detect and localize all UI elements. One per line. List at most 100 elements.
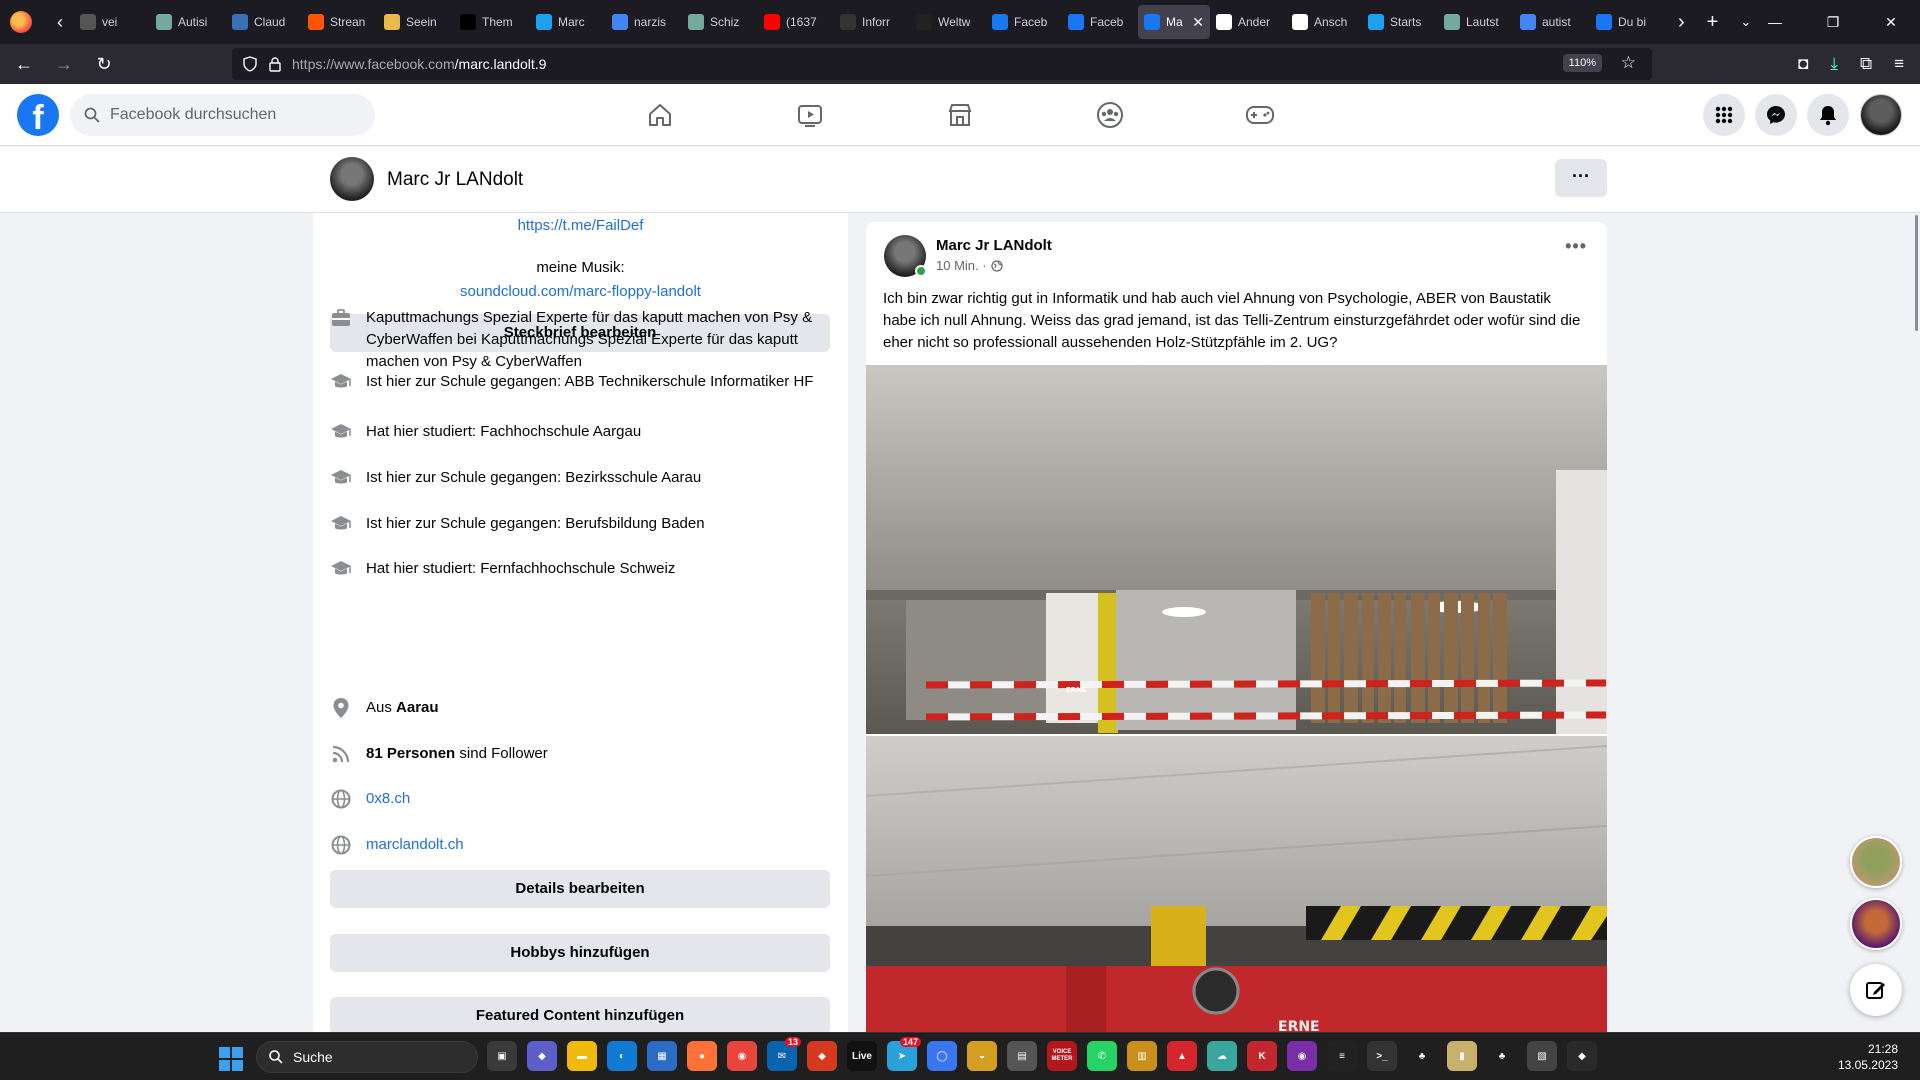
chrome-icon[interactable]: ◉ xyxy=(727,1041,757,1071)
app-diamond-icon[interactable]: ◆ xyxy=(1567,1041,1597,1071)
lock-icon[interactable] xyxy=(268,56,282,72)
app-lines-icon[interactable]: ≡ xyxy=(1327,1041,1357,1071)
edge-icon[interactable]: ◐ xyxy=(607,1041,637,1071)
file-explorer-icon[interactable]: ▬ xyxy=(567,1041,597,1071)
reload-icon[interactable]: ↻ xyxy=(84,54,124,75)
post-author-avatar[interactable] xyxy=(884,235,927,277)
back-icon[interactable]: ← xyxy=(4,54,44,75)
taskbar-clock[interactable]: 21:28 13.05.2023 xyxy=(1838,1041,1898,1073)
linux-penguin-icon-2[interactable]: ♣ xyxy=(1487,1041,1517,1071)
app-grey-icon[interactable]: ▤ xyxy=(1007,1041,1037,1071)
add-featured-button[interactable]: Featured Content hinzufügen xyxy=(330,997,830,1033)
browser-tab[interactable]: Ansch xyxy=(1286,5,1362,39)
downloads-icon[interactable]: ⤓ xyxy=(1830,54,1838,74)
tracking-shield-icon[interactable] xyxy=(242,56,258,72)
books-icon[interactable]: ▥ xyxy=(1127,1041,1157,1071)
browser-tab[interactable]: autist xyxy=(1514,5,1590,39)
taskbar-search[interactable]: Suche xyxy=(256,1041,478,1073)
app-red-icon[interactable]: ◆ xyxy=(807,1041,837,1071)
browser-tab[interactable]: Autisi xyxy=(150,5,226,39)
zoom-level-badge[interactable]: 110% xyxy=(1562,54,1602,72)
app-k-icon[interactable]: K xyxy=(1247,1041,1277,1071)
browser-tab[interactable]: Ander xyxy=(1210,5,1286,39)
facebook-logo-icon[interactable]: f xyxy=(17,94,59,136)
groups-icon[interactable] xyxy=(1093,98,1127,132)
terminal-icon[interactable]: >_ xyxy=(1367,1041,1397,1071)
firefox-taskbar-icon[interactable]: ● xyxy=(687,1041,717,1071)
post-timestamp[interactable]: 10 Min. · xyxy=(936,258,987,273)
page-scrollbar[interactable] xyxy=(1915,215,1918,331)
browser-tab[interactable]: vei xyxy=(74,5,150,39)
followers-count[interactable]: 81 Personen xyxy=(366,745,455,762)
browser-tab[interactable]: Lautst xyxy=(1438,5,1514,39)
contact-avatar-1[interactable] xyxy=(1850,836,1902,888)
app-triangle-icon[interactable]: ▲ xyxy=(1167,1041,1197,1071)
browser-tab[interactable]: Faceb xyxy=(1062,5,1138,39)
audience-globe-icon[interactable] xyxy=(990,259,1003,272)
browser-tab[interactable]: Faceb xyxy=(986,5,1062,39)
website-link-2[interactable]: marclandolt.ch xyxy=(366,834,464,856)
browser-tab[interactable]: Ma ✕ xyxy=(1138,5,1210,39)
teams-chat-icon[interactable]: ◆ xyxy=(527,1041,557,1071)
search-input[interactable] xyxy=(110,106,350,124)
active-app-icon[interactable]: ▧ xyxy=(1527,1041,1557,1071)
menu-grid-icon[interactable] xyxy=(1703,94,1745,136)
forward-icon[interactable]: → xyxy=(44,54,84,75)
app-orange-icon[interactable]: ◒ xyxy=(967,1041,997,1071)
soundcloud-link[interactable]: soundcloud.com/marc-floppy-landolt xyxy=(313,283,848,300)
new-tab-icon[interactable]: + xyxy=(1707,11,1719,34)
home-icon[interactable] xyxy=(643,98,677,132)
task-view-icon[interactable]: ▣ xyxy=(487,1041,517,1071)
app-cloud-icon[interactable]: ☁ xyxy=(1207,1041,1237,1071)
linux-penguin-icon[interactable]: ♣ xyxy=(1407,1041,1437,1071)
browser-tab[interactable]: Du bi xyxy=(1590,5,1666,39)
messenger-icon[interactable] xyxy=(1755,94,1797,136)
post-author-name[interactable]: Marc Jr LANdolt xyxy=(936,237,1052,254)
marketplace-icon[interactable] xyxy=(943,98,977,132)
profile-name[interactable]: Marc Jr LANdolt xyxy=(387,169,523,191)
notifications-bell-icon[interactable] xyxy=(1807,94,1849,136)
pocket-icon[interactable]: ◘ xyxy=(1798,54,1808,74)
whatsapp-icon[interactable]: ✆ xyxy=(1087,1041,1117,1071)
tab-scroll-right-icon[interactable]: › xyxy=(1678,11,1685,34)
store-icon[interactable]: ▦ xyxy=(647,1041,677,1071)
telegram-icon[interactable]: ➤ 147 xyxy=(887,1037,921,1071)
voicemeeter-icon[interactable]: VOICE METER xyxy=(1047,1041,1077,1071)
location-city[interactable]: Aarau xyxy=(396,699,439,716)
restore-icon[interactable]: ❐ xyxy=(1804,0,1862,44)
url-bar[interactable]: https://www.facebook.com/marc.landolt.9 … xyxy=(232,48,1652,80)
firefox-logo-icon[interactable] xyxy=(10,11,32,33)
extensions-icon[interactable]: ⧉ xyxy=(1860,54,1872,74)
browser-tab[interactable]: Them xyxy=(454,5,530,39)
contact-avatar-2[interactable] xyxy=(1850,898,1902,950)
account-avatar[interactable] xyxy=(1860,94,1902,136)
signal-icon[interactable]: ◯ xyxy=(927,1041,957,1071)
close-tab-icon[interactable]: ✕ xyxy=(1192,14,1204,31)
browser-tab[interactable]: Starts xyxy=(1362,5,1438,39)
edit-details-button[interactable]: Details bearbeiten xyxy=(330,870,830,908)
browser-tab[interactable]: Inforr xyxy=(834,5,910,39)
profile-avatar[interactable] xyxy=(330,157,374,201)
mail-icon[interactable]: ✉ 13 xyxy=(767,1037,801,1071)
notes-icon[interactable]: ▮ xyxy=(1447,1041,1477,1071)
browser-tab[interactable]: Strean xyxy=(302,5,378,39)
podcast-icon[interactable]: ◉ xyxy=(1287,1041,1317,1071)
minimize-icon[interactable]: — xyxy=(1746,0,1804,44)
url-text[interactable]: https://www.facebook.com/marc.landolt.9 xyxy=(292,56,546,72)
browser-tab[interactable]: Claud xyxy=(226,5,302,39)
bookmark-star-icon[interactable]: ☆ xyxy=(1621,53,1636,73)
browser-tab[interactable]: Marc xyxy=(530,5,606,39)
post-options-icon[interactable]: ••• xyxy=(1565,236,1587,257)
profile-more-button[interactable]: ··· xyxy=(1555,159,1607,197)
browser-tab[interactable]: narzis xyxy=(606,5,682,39)
post-photo-2[interactable]: ERNE xyxy=(866,736,1607,1042)
browser-tab[interactable]: Seein xyxy=(378,5,454,39)
gaming-icon[interactable] xyxy=(1243,98,1277,132)
post-photo-1[interactable]: ERNE xyxy=(866,365,1607,734)
windows-start-icon[interactable] xyxy=(219,1047,243,1071)
tab-scroll-left-icon[interactable]: ‹ xyxy=(46,12,74,33)
telegram-link[interactable]: https://t.me/FailDef xyxy=(313,217,848,234)
watch-video-icon[interactable] xyxy=(793,98,827,132)
add-hobbies-button[interactable]: Hobbys hinzufügen xyxy=(330,934,830,972)
browser-tab[interactable]: (1637 xyxy=(758,5,834,39)
